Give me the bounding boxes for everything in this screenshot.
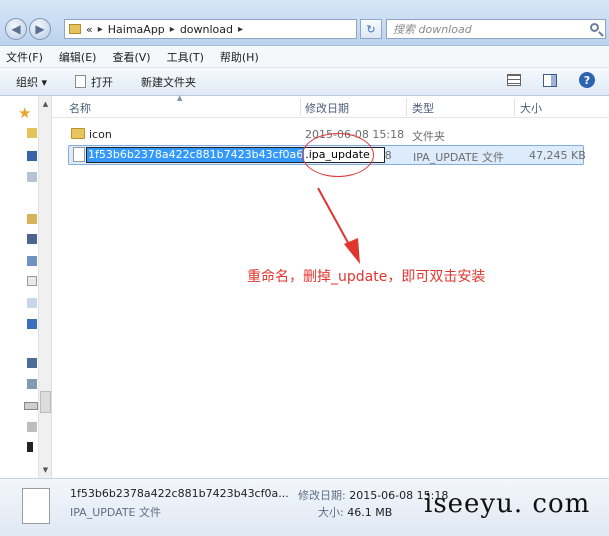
column-divider[interactable] [406,98,407,116]
new-folder-button[interactable]: 新建文件夹 [141,74,196,90]
annotation-arrow [317,187,360,264]
menu-bar: 文件(F) 编辑(E) 查看(V) 工具(T) 帮助(H) [0,46,609,68]
documents-icon[interactable] [27,276,37,286]
column-name[interactable]: 名称 [69,100,91,116]
videos-icon[interactable] [27,234,37,244]
forward-button[interactable]: ▶ [29,18,51,40]
watermark: iseeyu. com [424,489,591,519]
details-size-label: 大小: [318,506,344,519]
details-size-value: 46.1 MB [347,506,393,519]
drive-icon[interactable] [27,442,33,452]
preview-pane-icon[interactable] [543,73,557,87]
recent-places-icon[interactable] [27,172,37,182]
arrow-left-icon: ◀ [11,22,21,36]
desktop-icon[interactable] [27,151,37,161]
details-size: 大小: 46.1 MB [318,504,392,520]
address-toolbar: ◀ ▶ « ▸ HaimaApp ▸ download ▸ ▼ ↻ 搜索 dow… [0,0,609,46]
address-bar[interactable]: « ▸ HaimaApp ▸ download ▸ ▼ [64,19,411,39]
folder-icon [69,24,81,34]
breadcrumb-overflow[interactable]: « [86,23,93,36]
open-button[interactable]: 打开 [75,74,113,90]
menu-edit[interactable]: 编辑(E) [59,49,97,65]
file-icon [22,488,50,524]
back-button[interactable]: ◀ [5,18,27,40]
file-type: IPA_UPDATE 文件 [413,151,504,164]
pictures-icon[interactable] [27,256,37,266]
folder-icon[interactable] [27,128,37,138]
annotation-text: 重命名，删掉_update，即可双击安装 [247,269,486,285]
column-headers: ▲ 名称 修改日期 类型 大小 [52,94,609,118]
drive-icon[interactable] [27,379,37,389]
menu-file[interactable]: 文件(F) [6,49,43,65]
help-icon[interactable]: ? [579,72,595,88]
document-icon [75,75,87,88]
search-input[interactable]: 搜索 download [386,19,606,39]
organize-button[interactable]: 组织 ▾ [16,74,47,90]
breadcrumb-haimaapp[interactable]: HaimaApp [108,23,165,36]
annotation-ellipse [302,133,374,177]
refresh-icon: ↻ [366,22,376,36]
rename-selected-text: 1f53b6b2378a422c881b7423b43cf0a6 [87,148,305,162]
details-pane: 1f53b6b2378a422c881b7423b43cf0a... IPA_U… [0,478,609,536]
file-icon [73,147,85,162]
details-file-name: 1f53b6b2378a422c881b7423b43cf0a... [70,487,289,500]
music-icon[interactable] [27,319,37,329]
scroll-up-arrow-icon[interactable]: ▲ [39,98,52,110]
drive-icon[interactable] [24,402,38,410]
chevron-right-icon: ▸ [169,23,175,35]
column-divider[interactable] [514,98,515,116]
computer-icon[interactable] [27,358,37,368]
open-label: 打开 [91,75,114,89]
file-size: 47,245 KB [529,149,586,162]
column-divider[interactable] [300,98,301,116]
navigation-scrollbar[interactable]: ▲ ▼ [38,96,51,478]
column-type[interactable]: 类型 [412,100,434,116]
details-file-type: IPA_UPDATE 文件 [70,506,161,519]
scrollbar-thumb[interactable] [40,391,51,413]
breadcrumb-download[interactable]: download [180,23,233,36]
menu-tools[interactable]: 工具(T) [167,49,204,65]
file-name: icon [89,128,112,141]
column-modified[interactable]: 修改日期 [305,100,349,116]
search-placeholder: 搜索 download [393,23,472,36]
favorites-star-icon[interactable]: ★ [18,104,31,122]
search-icon[interactable] [590,23,599,32]
drive-icon[interactable] [27,422,37,432]
details-modified-label: 修改日期: [298,489,346,502]
arrow-right-icon: ▶ [35,22,45,36]
chevron-right-icon: ▸ [97,23,103,35]
file-list: ▲ 名称 修改日期 类型 大小 icon 2015-06-08 15:18 文件… [52,94,609,478]
command-bar: 组织 ▾ 打开 新建文件夹 ? [0,68,609,96]
sort-ascending-icon: ▲ [177,94,183,102]
menu-help[interactable]: 帮助(H) [220,49,259,65]
scroll-down-arrow-icon[interactable]: ▼ [39,464,52,476]
libraries-icon[interactable] [27,214,37,224]
refresh-button[interactable]: ↻ [360,19,382,39]
downloads-icon[interactable] [27,298,37,308]
menu-view[interactable]: 查看(V) [112,49,150,65]
view-options-icon[interactable] [507,74,521,86]
file-type: 文件夹 [412,130,445,143]
column-size[interactable]: 大小 [520,100,542,116]
chevron-right-icon: ▸ [238,23,244,35]
folder-icon [71,128,85,139]
